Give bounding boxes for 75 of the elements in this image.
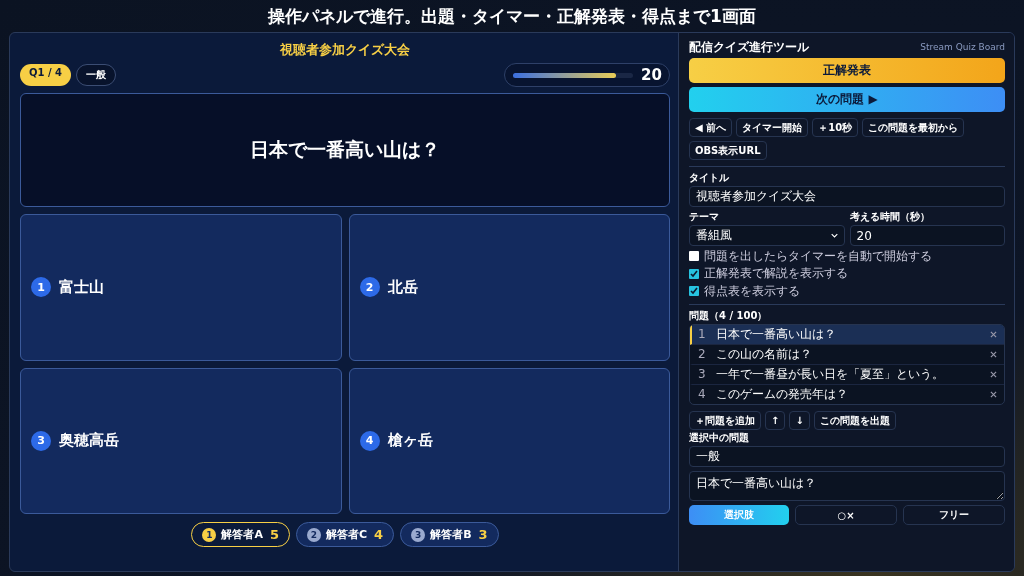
question-textarea[interactable]: 日本で一番高い山は？ <box>689 471 1005 502</box>
control-button[interactable]: この問題を最初から <box>862 118 965 137</box>
row-text: 一年で一番昼が長い日を「夏至」という。 <box>716 367 945 382</box>
player-score: 4 <box>374 527 384 542</box>
list-button[interactable]: ＋問題を追加 <box>689 411 761 431</box>
checkbox-label: 問題を出したらタイマーを自動で開始する <box>704 249 932 264</box>
reveal-answer-button[interactable]: 正解発表 <box>689 58 1005 83</box>
answer-text: 奥穂高岳 <box>59 431 119 451</box>
field-label: 考える時間（秒） <box>849 211 931 223</box>
answer-card[interactable]: 4 槍ヶ岳 <box>348 367 670 514</box>
quiz-title: 視聴者参加クイズ大会 <box>279 41 411 59</box>
mode-tab[interactable]: フリー <box>903 505 1005 526</box>
list-button[interactable]: ↓ <box>789 411 810 431</box>
player-name: 解答者C <box>326 527 368 542</box>
question-text: 日本で一番高い山は？ <box>250 137 440 162</box>
answer-number: 1 <box>31 277 51 298</box>
close-icon[interactable] <box>990 331 997 339</box>
question-row[interactable]: 3 一年で一番昼が長い日を「夏至」という。 <box>690 365 1004 386</box>
section-label: 問題（4 / 100） <box>689 310 769 323</box>
panel-title: 配信クイズ進行ツール <box>689 39 809 55</box>
rank-badge: 3 <box>411 527 426 542</box>
category-field[interactable]: 一般 <box>689 446 1005 468</box>
theme-dropdown[interactable]: 番組風 <box>689 225 845 246</box>
control-button[interactable]: OBS表示URL <box>689 141 767 160</box>
player-score: 3 <box>478 527 488 542</box>
rank-badge: 1 <box>202 527 217 542</box>
close-icon[interactable] <box>990 371 997 379</box>
next-question-button[interactable]: 次の問題 ▶ <box>689 87 1005 112</box>
answer-text: 槍ヶ岳 <box>387 431 433 451</box>
checkbox-label: 得点表を表示する <box>704 283 800 299</box>
player-score: 5 <box>269 527 279 542</box>
mode-tab[interactable]: ○× <box>795 505 897 526</box>
player-name: 解答者A <box>221 527 263 542</box>
question-counter: Q1 / 4 <box>20 64 72 86</box>
list-button[interactable]: この問題を出題 <box>813 411 896 431</box>
answer-number: 2 <box>359 277 380 298</box>
answer-card[interactable]: 3 奥穂高岳 <box>20 367 342 514</box>
answer-text: 北岳 <box>387 277 418 297</box>
panel-subtitle: Stream Quiz Board <box>920 41 1005 53</box>
close-icon[interactable] <box>990 351 997 359</box>
checkbox[interactable] <box>689 251 699 262</box>
rank-badge: 2 <box>307 527 321 542</box>
answer-card[interactable]: 2 北岳 <box>348 214 670 361</box>
caret-icon <box>830 233 838 238</box>
timer-seconds: 20 <box>641 66 661 84</box>
checkbox[interactable] <box>689 268 699 279</box>
answer-number: 3 <box>31 430 51 451</box>
answer-card[interactable]: 1 富士山 <box>20 214 342 361</box>
answer-number: 4 <box>359 430 380 451</box>
control-button[interactable]: ◀ 前へ <box>689 118 733 137</box>
checkbox[interactable] <box>689 285 699 296</box>
close-icon[interactable] <box>990 391 997 399</box>
time-field[interactable]: 20 <box>849 225 1005 246</box>
question-row[interactable]: 4 このゲームの発売年は？ <box>690 385 1004 405</box>
row-text: この山の名前は？ <box>716 347 813 362</box>
field-label: テーマ <box>689 211 720 223</box>
answer-text: 富士山 <box>59 277 104 297</box>
title-field[interactable]: 視聴者参加クイズ大会 <box>689 186 1005 207</box>
category-tag: 一般 <box>76 64 117 86</box>
section-label: 選択中の問題 <box>689 432 750 445</box>
question-row[interactable]: 2 この山の名前は？ <box>690 345 1004 366</box>
field-label: タイトル <box>689 172 730 184</box>
page-heading: 操作パネルで進行。出題・タイマー・正解発表・得点まで1画面 <box>268 5 756 28</box>
control-button[interactable]: タイマー開始 <box>736 118 809 137</box>
row-number: 4 <box>698 387 707 402</box>
row-text: 日本で一番高い山は？ <box>716 327 837 342</box>
row-number: 3 <box>698 367 707 382</box>
row-number: 1 <box>698 327 707 342</box>
question-row[interactable]: 1 日本で一番高い山は？ <box>690 325 1004 346</box>
player-name: 解答者B <box>430 527 472 542</box>
control-button[interactable]: ＋10秒 <box>812 118 859 137</box>
row-number: 2 <box>698 347 707 362</box>
list-button[interactable]: ↑ <box>765 411 786 431</box>
checkbox-label: 正解発表で解説を表示する <box>704 266 848 281</box>
row-text: このゲームの発売年は？ <box>716 387 849 402</box>
